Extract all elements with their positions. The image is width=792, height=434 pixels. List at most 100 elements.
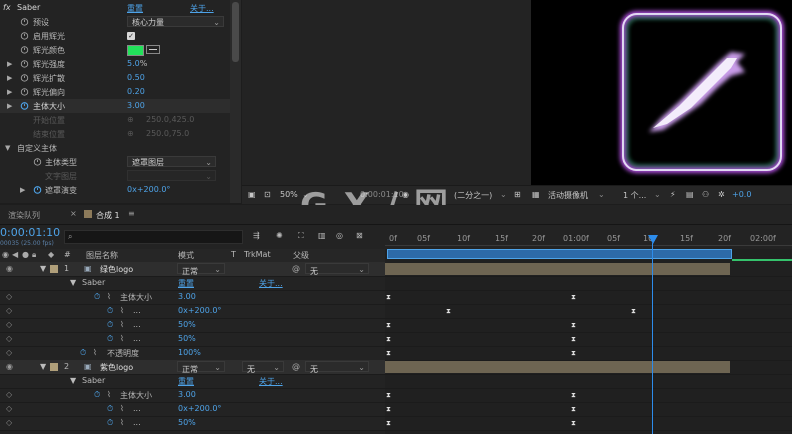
- keyframe-track[interactable]: ⧗ ⧗: [385, 332, 792, 347]
- graph-icon[interactable]: ⌇: [120, 418, 124, 427]
- trkmat-dropdown[interactable]: 无 ⌄: [242, 361, 284, 374]
- keyframe-icon[interactable]: ⧗: [571, 350, 577, 357]
- eye-icon[interactable]: ◉: [2, 250, 9, 259]
- collapse-triangle-icon[interactable]: ▼: [70, 376, 76, 385]
- collapse-triangle-icon[interactable]: ▼: [5, 144, 10, 152]
- keyframe-nav-icon[interactable]: ◇: [6, 418, 12, 427]
- composition-canvas[interactable]: [531, 0, 792, 185]
- keyframe-icon[interactable]: ⧗: [386, 350, 392, 357]
- resolution-dropdown[interactable]: (二分之一): [454, 190, 492, 201]
- layer-name[interactable]: 绿色logo: [100, 264, 133, 275]
- stopwatch-icon[interactable]: [20, 17, 29, 26]
- stopwatch-active-icon[interactable]: [33, 185, 42, 194]
- label-color-swatch[interactable]: [50, 363, 58, 371]
- keyframe-icon[interactable]: ⧗: [386, 406, 392, 413]
- timeline-graph[interactable]: 0f 05f 10f 15f 20f 01:00f 05f 10f 15f 20…: [385, 225, 792, 434]
- reset-link[interactable]: 重置: [178, 376, 194, 387]
- property-row[interactable]: ◇ ⏱ ⌇ ... 0x+200.0°: [0, 402, 385, 417]
- property-value[interactable]: 50%: [178, 334, 196, 343]
- keyframe-nav-icon[interactable]: ◇: [6, 320, 12, 329]
- time-ruler[interactable]: 0f 05f 10f 15f 20f 01:00f 05f 10f 15f 20…: [385, 225, 792, 249]
- effect-row[interactable]: ▼ Saber 重置 关于...: [0, 374, 385, 389]
- stopwatch-active-icon[interactable]: ⏱: [107, 334, 113, 344]
- keyframe-icon[interactable]: ⧗: [631, 308, 637, 315]
- prop-value[interactable]: 3.00: [127, 101, 145, 110]
- tab-render-queue[interactable]: 渲染队列: [8, 210, 40, 221]
- timeline-panel-icon[interactable]: ▤: [686, 190, 694, 199]
- solo-icon[interactable]: ●: [22, 250, 29, 259]
- keyframe-nav-icon[interactable]: ◇: [6, 334, 12, 343]
- stopwatch-icon[interactable]: [20, 73, 29, 82]
- core-type-dropdown[interactable]: 遮罩图层 ⌄: [127, 156, 216, 167]
- stopwatch-active-icon[interactable]: ⏱: [80, 348, 86, 358]
- keyframe-icon[interactable]: ⧗: [571, 336, 577, 343]
- stopwatch-active-icon[interactable]: ⏱: [94, 292, 100, 302]
- layer-row[interactable]: ◉ ▼ 1 ▣ 绿色logo 正常 ⌄ @ 无 ⌄: [0, 262, 385, 277]
- keyframe-track[interactable]: ⧗ ⧗: [385, 388, 792, 403]
- frame-blend-icon[interactable]: ▥: [318, 231, 326, 240]
- camera-dropdown[interactable]: 活动摄像机: [548, 190, 588, 201]
- expand-triangle-icon[interactable]: ▶: [20, 186, 25, 194]
- expand-triangle-icon[interactable]: ▶: [7, 74, 12, 82]
- parent-dropdown[interactable]: 无 ⌄: [305, 361, 369, 374]
- collapse-triangle-icon[interactable]: ▼: [40, 264, 46, 273]
- exposure-value[interactable]: +0.0: [732, 190, 751, 199]
- label-icon[interactable]: ◆: [48, 250, 54, 259]
- property-row[interactable]: ◇ ⏱ ⌇ ... 50%: [0, 332, 385, 347]
- eye-icon[interactable]: ◉: [6, 362, 13, 371]
- property-value[interactable]: 3.00: [178, 390, 196, 399]
- keyframe-track[interactable]: ⧗ ⧗: [385, 402, 792, 417]
- collapse-triangle-icon[interactable]: ▼: [40, 362, 46, 371]
- keyframe-nav-icon[interactable]: ◇: [6, 348, 12, 357]
- graph-editor-icon[interactable]: ⊠: [356, 231, 363, 240]
- comp-mini-flowchart-icon[interactable]: ⇶: [253, 231, 260, 240]
- keyframe-icon[interactable]: ⧗: [571, 406, 577, 413]
- keyframe-icon[interactable]: ⧗: [446, 308, 452, 315]
- label-color-swatch[interactable]: [50, 265, 58, 273]
- about-link[interactable]: 关于...: [259, 376, 283, 387]
- keyframe-track[interactable]: ⧗ ⧗: [385, 346, 792, 361]
- stopwatch-icon[interactable]: [20, 45, 29, 54]
- keyframe-icon[interactable]: ⧗: [386, 392, 392, 399]
- property-value[interactable]: 3.00: [178, 292, 196, 301]
- layer-duration-bar[interactable]: [385, 361, 730, 373]
- expand-triangle-icon[interactable]: ▶: [7, 88, 12, 96]
- zoom-dropdown[interactable]: 50%: [280, 190, 298, 199]
- graph-icon[interactable]: ⌇: [120, 334, 124, 343]
- timeline-timecode[interactable]: 0:00:01:10: [0, 226, 60, 239]
- expand-triangle-icon[interactable]: ▶: [7, 102, 12, 110]
- eyedropper-icon[interactable]: [146, 45, 160, 54]
- effect-panel-scrollbar[interactable]: [230, 0, 241, 203]
- grid-icon[interactable]: ⊞: [514, 190, 521, 199]
- keyframe-track[interactable]: ⧗ ⧗: [385, 304, 792, 319]
- effect-header[interactable]: fx Saber 重置 关于...: [0, 1, 241, 15]
- audio-icon[interactable]: ◀: [12, 250, 18, 259]
- playhead-handle[interactable]: [648, 235, 658, 244]
- property-value[interactable]: 50%: [178, 418, 196, 427]
- keyframe-icon[interactable]: ⧗: [386, 322, 392, 329]
- playhead-line[interactable]: [652, 243, 653, 434]
- reset-link[interactable]: 重置: [127, 3, 143, 14]
- draft-3d-icon[interactable]: ✺: [276, 231, 283, 240]
- eye-icon[interactable]: ◉: [6, 264, 13, 273]
- property-row[interactable]: ◇ ⏱ ⌇ ... 50%: [0, 416, 385, 431]
- graph-icon[interactable]: ⌇: [120, 320, 124, 329]
- layer-search-input[interactable]: ⌕: [64, 230, 243, 244]
- keyframe-icon[interactable]: ⧗: [571, 294, 577, 301]
- layer-duration-bar[interactable]: [385, 263, 730, 275]
- stopwatch-icon[interactable]: [20, 87, 29, 96]
- monitor-icon[interactable]: ▣: [248, 190, 256, 199]
- blend-mode-dropdown[interactable]: 正常 ⌄: [177, 361, 225, 374]
- parent-dropdown[interactable]: 无 ⌄: [305, 263, 369, 276]
- stopwatch-icon[interactable]: [33, 157, 42, 166]
- work-area-bar[interactable]: [387, 249, 732, 259]
- prop-value[interactable]: 0.50: [127, 73, 145, 82]
- flowchart-icon[interactable]: ⚇: [702, 190, 709, 199]
- graph-icon[interactable]: ⌇: [120, 306, 124, 315]
- collapse-triangle-icon[interactable]: ▼: [70, 278, 76, 287]
- stopwatch-active-icon[interactable]: ⏱: [107, 306, 113, 316]
- keyframe-icon[interactable]: ⧗: [571, 392, 577, 399]
- property-row[interactable]: ◇ ⏱ ⌇ 主体大小 3.00: [0, 290, 385, 305]
- property-value[interactable]: 0x+200.0°: [178, 404, 221, 413]
- fast-preview-icon[interactable]: ⚡: [670, 190, 676, 199]
